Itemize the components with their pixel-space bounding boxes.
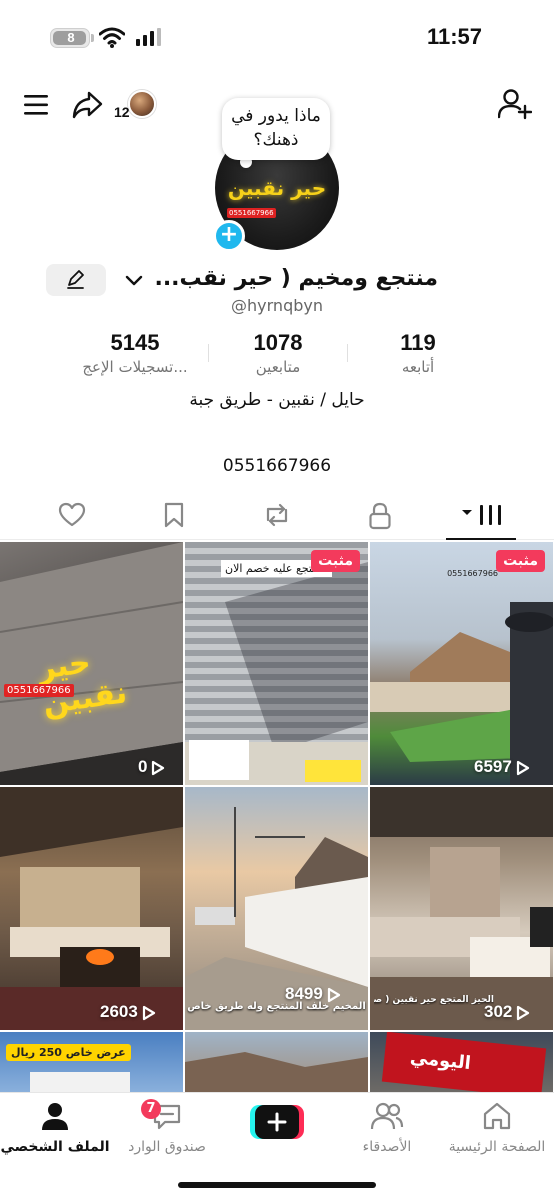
video-thumbnail[interactable]: المخيم خلف المنتجع وله طريق خاص 8499 xyxy=(185,787,368,1030)
menu-icon[interactable] xyxy=(24,94,50,116)
view-count: 2603 xyxy=(100,1002,156,1022)
reposts-tab-icon[interactable] xyxy=(262,502,292,528)
stat-followers[interactable]: 1078 متابعين xyxy=(228,330,328,376)
stat-following[interactable]: 119 أتابعه xyxy=(380,330,456,376)
view-count: 8499 xyxy=(285,984,341,1004)
private-videos-lock-icon[interactable] xyxy=(368,502,392,530)
status-time: 11:57 xyxy=(426,24,482,49)
caption-text: الحيز المتجع حير نقبين ( صالة xyxy=(374,995,494,1005)
friends-icon xyxy=(370,1102,404,1130)
profile-icon xyxy=(42,1103,68,1130)
nav-inbox-label: صندوق الوارد xyxy=(128,1139,206,1155)
pinned-badge: مثبت xyxy=(496,550,545,572)
view-count: 6597 xyxy=(474,757,530,777)
avatar-phone-text: 0551667966 xyxy=(227,208,276,218)
signal-icon xyxy=(136,28,161,46)
bio-location: حايل / نقبين - طريق جبة xyxy=(189,390,365,410)
pinned-badge: مثبت xyxy=(311,550,360,572)
stat-likes[interactable]: 5145 تسجيلات الإعج... xyxy=(60,330,210,376)
avatar-sign-text: حير نقبين xyxy=(227,176,327,200)
battery-icon: 8 xyxy=(50,28,90,48)
video-thumbnail[interactable]: حير نقبين 0551667966 0 xyxy=(0,542,183,785)
videos-grid-tab-icon[interactable] xyxy=(458,502,504,528)
nav-friends[interactable]: الأصدقاء xyxy=(332,1101,442,1155)
nav-friends-label: الأصدقاء xyxy=(362,1139,412,1155)
view-count: 302 xyxy=(484,1002,530,1022)
liked-videos-tab-icon[interactable] xyxy=(58,502,86,528)
nav-profile-label: الملف الشخصي xyxy=(0,1139,110,1155)
caption-text: عرض خاص 250 ريال xyxy=(6,1044,131,1061)
wifi-icon xyxy=(99,27,125,48)
status-bar: 8 11:57 xyxy=(0,0,554,76)
nav-inbox[interactable]: 7 صندوق الوارد xyxy=(112,1099,222,1155)
stat-following-label: أتابعه xyxy=(401,358,435,376)
stat-followers-value: 1078 xyxy=(253,330,303,355)
create-icon xyxy=(250,1105,304,1139)
nav-profile[interactable]: الملف الشخصي xyxy=(0,1101,110,1155)
share-icon[interactable] xyxy=(72,90,104,120)
caption-text: 0551667966 xyxy=(447,569,498,578)
inbox-badge: 7 xyxy=(141,1099,161,1119)
add-friend-icon[interactable] xyxy=(498,88,532,120)
create-button[interactable] xyxy=(250,1105,304,1139)
video-thumbnail[interactable]: 0551667966 مثبت 6597 xyxy=(370,542,553,785)
profile-name[interactable]: منتجع ومخيم ( حير نقب... xyxy=(124,266,438,298)
video-thumbnail[interactable]: المنتجع عليه خصم الان مثبت xyxy=(185,542,368,785)
play-icon xyxy=(516,760,529,775)
nav-home-label: الصفحة الرئيسية xyxy=(448,1139,546,1155)
visitor-count: 12 xyxy=(114,104,130,120)
stat-followers-label: متابعين xyxy=(255,358,301,376)
profile-tabs xyxy=(0,496,554,540)
video-thumbnail[interactable]: 2603 xyxy=(0,787,183,1030)
play-icon xyxy=(517,1005,530,1020)
visitor-avatar[interactable] xyxy=(128,90,156,118)
stat-likes-label: تسجيلات الإعج... xyxy=(82,358,188,376)
video-thumbnail[interactable] xyxy=(185,1032,368,1092)
username: @hyrnqbyn xyxy=(231,296,323,315)
battery-level: 8 xyxy=(67,30,75,45)
pencil-icon xyxy=(67,270,84,289)
video-thumbnail[interactable]: اليومي xyxy=(370,1032,553,1092)
play-icon xyxy=(327,987,340,1002)
home-indicator xyxy=(178,1182,376,1188)
phone-sticker: 0551667966 xyxy=(4,684,74,697)
play-icon xyxy=(152,760,165,775)
play-icon xyxy=(142,1005,155,1020)
stat-likes-value: 5145 xyxy=(110,330,160,355)
stat-following-value: 119 xyxy=(400,330,436,355)
home-icon xyxy=(483,1102,511,1130)
active-tab-underline xyxy=(446,538,516,540)
video-thumbnail[interactable]: الحيز المتجع حير نقبين ( صالة 302 xyxy=(370,787,553,1030)
view-count: 0 xyxy=(138,757,165,777)
add-story-plus-icon[interactable]: + xyxy=(213,220,245,252)
nav-home[interactable]: الصفحة الرئيسية xyxy=(442,1101,552,1155)
favorites-tab-icon[interactable] xyxy=(163,502,185,528)
bio-phone[interactable]: 0551667966 xyxy=(0,456,554,476)
video-thumbnail[interactable]: عرض خاص 250 ريال xyxy=(0,1032,183,1092)
note-bubble[interactable]: ماذا يدور في ذهنك؟ xyxy=(222,98,330,160)
edit-profile-button[interactable] xyxy=(46,264,106,296)
